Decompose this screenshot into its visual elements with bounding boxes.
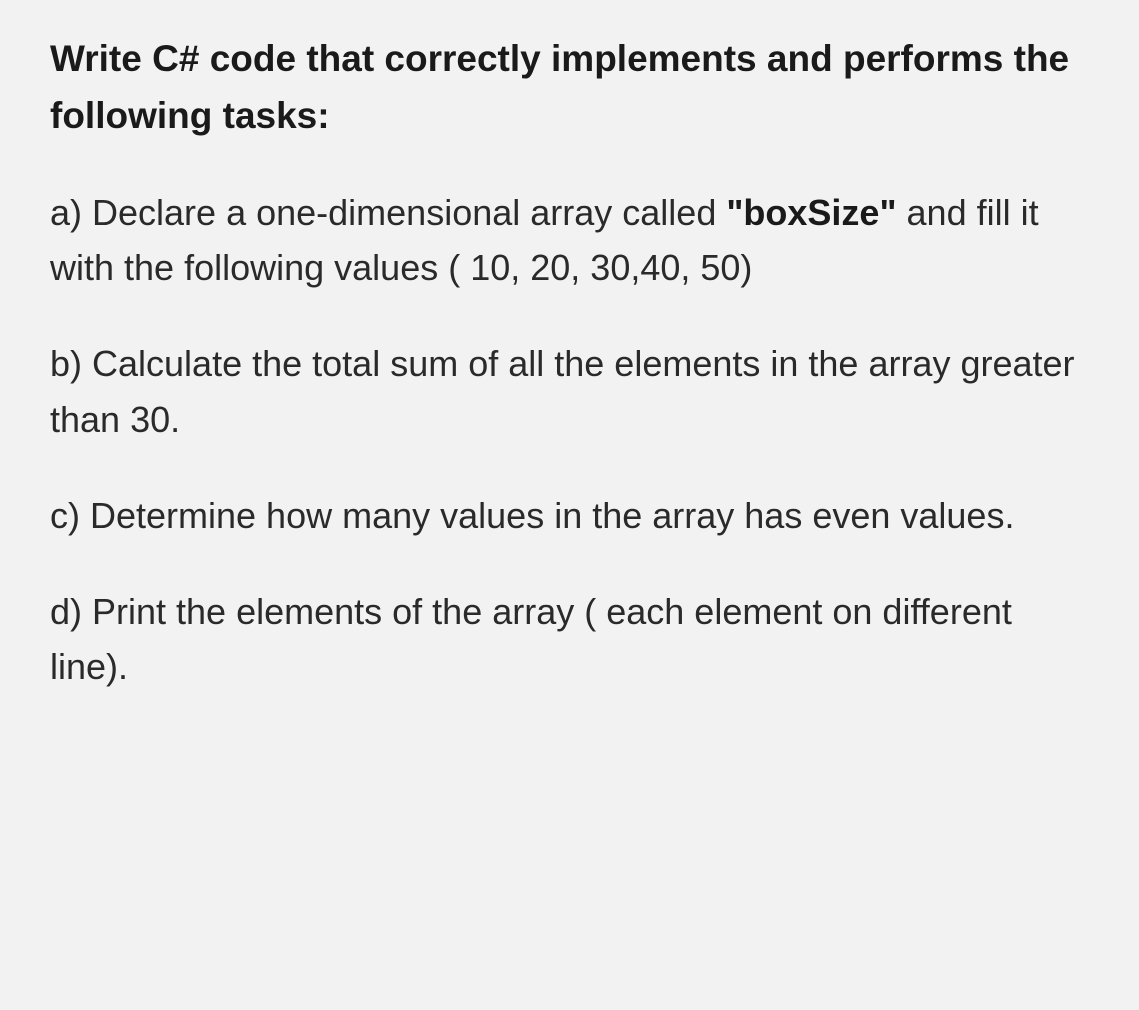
document-content: Write C# code that correctly implements … bbox=[50, 30, 1089, 695]
task-b: b) Calculate the total sum of all the el… bbox=[50, 336, 1089, 448]
task-a-bold: "boxSize" bbox=[726, 192, 896, 233]
task-a-pre: a) Declare a one-dimensional array calle… bbox=[50, 192, 726, 233]
heading: Write C# code that correctly implements … bbox=[50, 30, 1089, 145]
task-a: a) Declare a one-dimensional array calle… bbox=[50, 185, 1089, 297]
task-c: c) Determine how many values in the arra… bbox=[50, 488, 1089, 544]
task-d: d) Print the elements of the array ( eac… bbox=[50, 584, 1089, 696]
